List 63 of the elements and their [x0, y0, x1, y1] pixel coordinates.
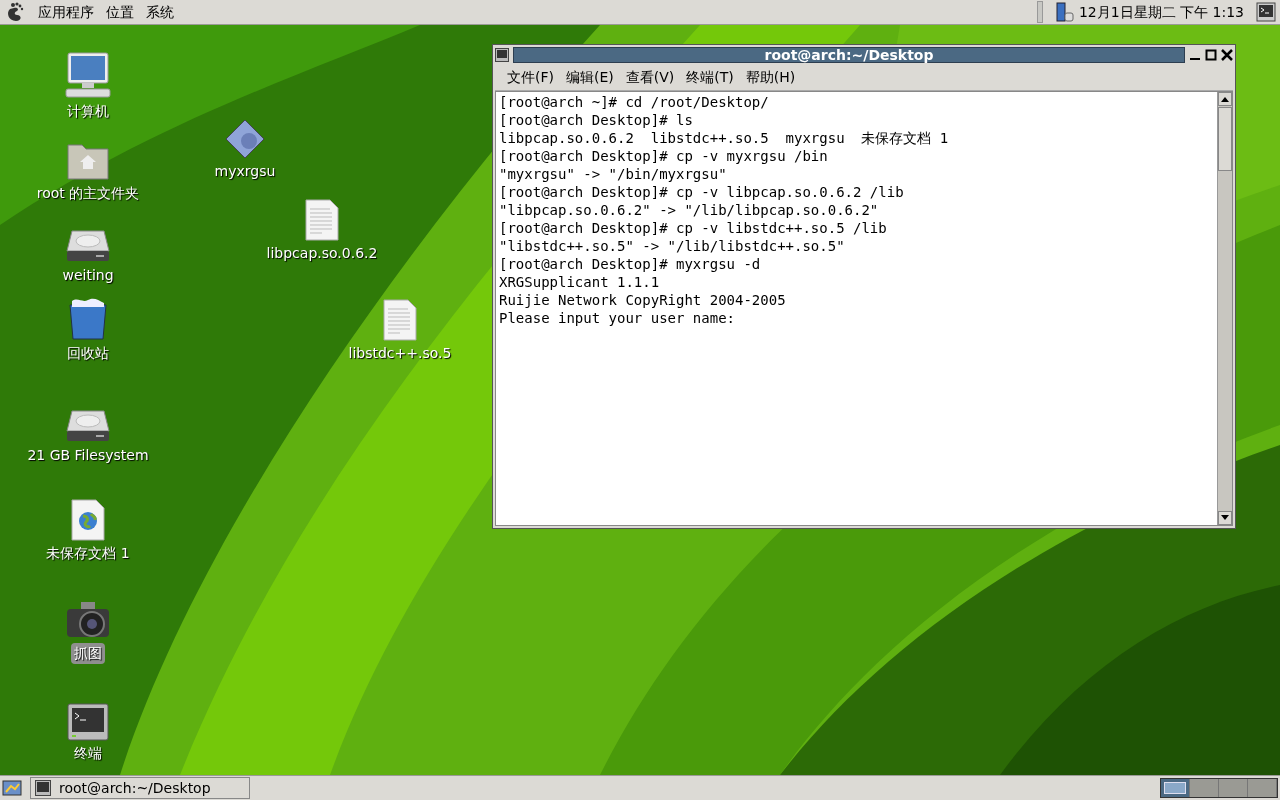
web-document-icon — [70, 499, 106, 541]
terminal-line: libpcap.so.0.6.2 libstdc++.so.5 myxrgsu 未保存文档 1 — [499, 129, 949, 147]
desktop-icon-label[interactable]: 回收站 — [64, 343, 112, 364]
executable-icon — [225, 119, 265, 159]
desktop-icon-label[interactable]: root 的主文件夹 — [33, 183, 143, 204]
desktop-icon-label[interactable]: 21 GB Filesystem — [24, 445, 152, 466]
terminal-line: "myxrgsu" -> "/bin/myxrgsu" — [499, 165, 727, 183]
text-document-icon — [304, 199, 340, 241]
menu-item[interactable]: 查看(V) — [625, 67, 675, 88]
scrollbar[interactable] — [1217, 92, 1232, 525]
desktop-icon-label[interactable]: 计算机 — [64, 101, 112, 122]
workspace-switcher-cell[interactable] — [1190, 779, 1219, 797]
desktop-icon-label[interactable]: weiting — [59, 265, 117, 286]
menu-item[interactable]: 终端(T) — [686, 67, 734, 88]
computer-icon — [64, 51, 112, 99]
terminal-line: [root@arch Desktop]# myxrgsu -d — [499, 255, 761, 273]
desktop-icon-label[interactable]: 抓图 — [71, 643, 105, 664]
terminal-line: [root@arch ~]# cd /root/Desktop/ — [499, 93, 769, 111]
panel-menu[interactable]: 应用程序 — [38, 1, 94, 23]
up-arrow-icon — [1221, 96, 1229, 102]
battery-plug-icon[interactable] — [1054, 1, 1075, 23]
workspace-switcher-cell[interactable] — [1161, 779, 1190, 797]
window-menu-icon[interactable] — [495, 48, 509, 62]
terminal-line: "libpcap.so.0.6.2" -> "/lib/libpcap.so.0.6.2" — [499, 201, 879, 219]
down-arrow-icon — [1221, 515, 1229, 521]
terminal-icon — [35, 780, 51, 796]
panel-handle[interactable] — [1036, 1, 1043, 23]
scroll-up-button[interactable] — [1218, 92, 1232, 106]
panel-menu[interactable]: 位置 — [106, 1, 134, 23]
taskbar-button[interactable]: root@arch:~/Desktop — [30, 777, 250, 799]
desktop-icon-label[interactable]: 未保存文档 1 — [43, 543, 133, 564]
hard-drive-icon — [66, 229, 110, 263]
hard-drive-icon — [66, 409, 110, 443]
text-document-icon — [382, 299, 418, 341]
terminal-line: [root@arch Desktop]# cp -v libstdc++.so.5 /lib — [499, 219, 887, 237]
scrollbar-thumb[interactable] — [1218, 107, 1232, 171]
show-desktop-icon[interactable] — [2, 778, 22, 798]
scroll-down-button[interactable] — [1218, 511, 1232, 525]
maximize-icon[interactable] — [1205, 48, 1217, 62]
menu-item[interactable]: 文件(F) — [507, 67, 554, 88]
terminal-line: Ruijie Network CopyRight 2004-2005 — [499, 291, 786, 309]
menu-item[interactable]: 编辑(E) — [566, 67, 614, 88]
terminal-line: Please input your user name: — [499, 309, 735, 327]
terminal-icon — [67, 703, 109, 741]
terminal-line: "libstdc++.so.5" -> "/lib/libstdc++.so.5" — [499, 237, 845, 255]
desktop-icon-label[interactable]: libpcap.so.0.6.2 — [263, 243, 381, 264]
terminal-line: XRGSupplicant 1.1.1 — [499, 273, 660, 291]
desktop-icon-label[interactable]: libstdc++.so.5 — [345, 343, 455, 364]
clock[interactable]: 12月1日星期二 下午 1:13 — [1078, 1, 1244, 23]
close-icon[interactable] — [1221, 48, 1233, 62]
desktop-icon-label[interactable]: 终端 — [71, 743, 105, 764]
panel-menu[interactable]: 系统 — [146, 1, 174, 23]
terminal-line: [root@arch Desktop]# cp -v libpcap.so.0.6.2 /lib — [499, 183, 904, 201]
desktop-icon-label[interactable]: myxrgsu — [211, 161, 279, 182]
home-folder-icon — [66, 141, 110, 181]
terminal-line: [root@arch Desktop]# ls — [499, 111, 693, 129]
terminal-line: [root@arch Desktop]# cp -v myxrgsu /bin — [499, 147, 828, 165]
workspace-switcher-cell[interactable] — [1219, 779, 1248, 797]
terminal-launcher-icon[interactable] — [1256, 2, 1276, 22]
workspace-switcher-cell[interactable] — [1248, 779, 1277, 797]
trash-icon — [66, 297, 110, 341]
window-title: root@arch:~/Desktop — [764, 48, 934, 62]
menu-item[interactable]: 帮助(H) — [745, 67, 796, 88]
